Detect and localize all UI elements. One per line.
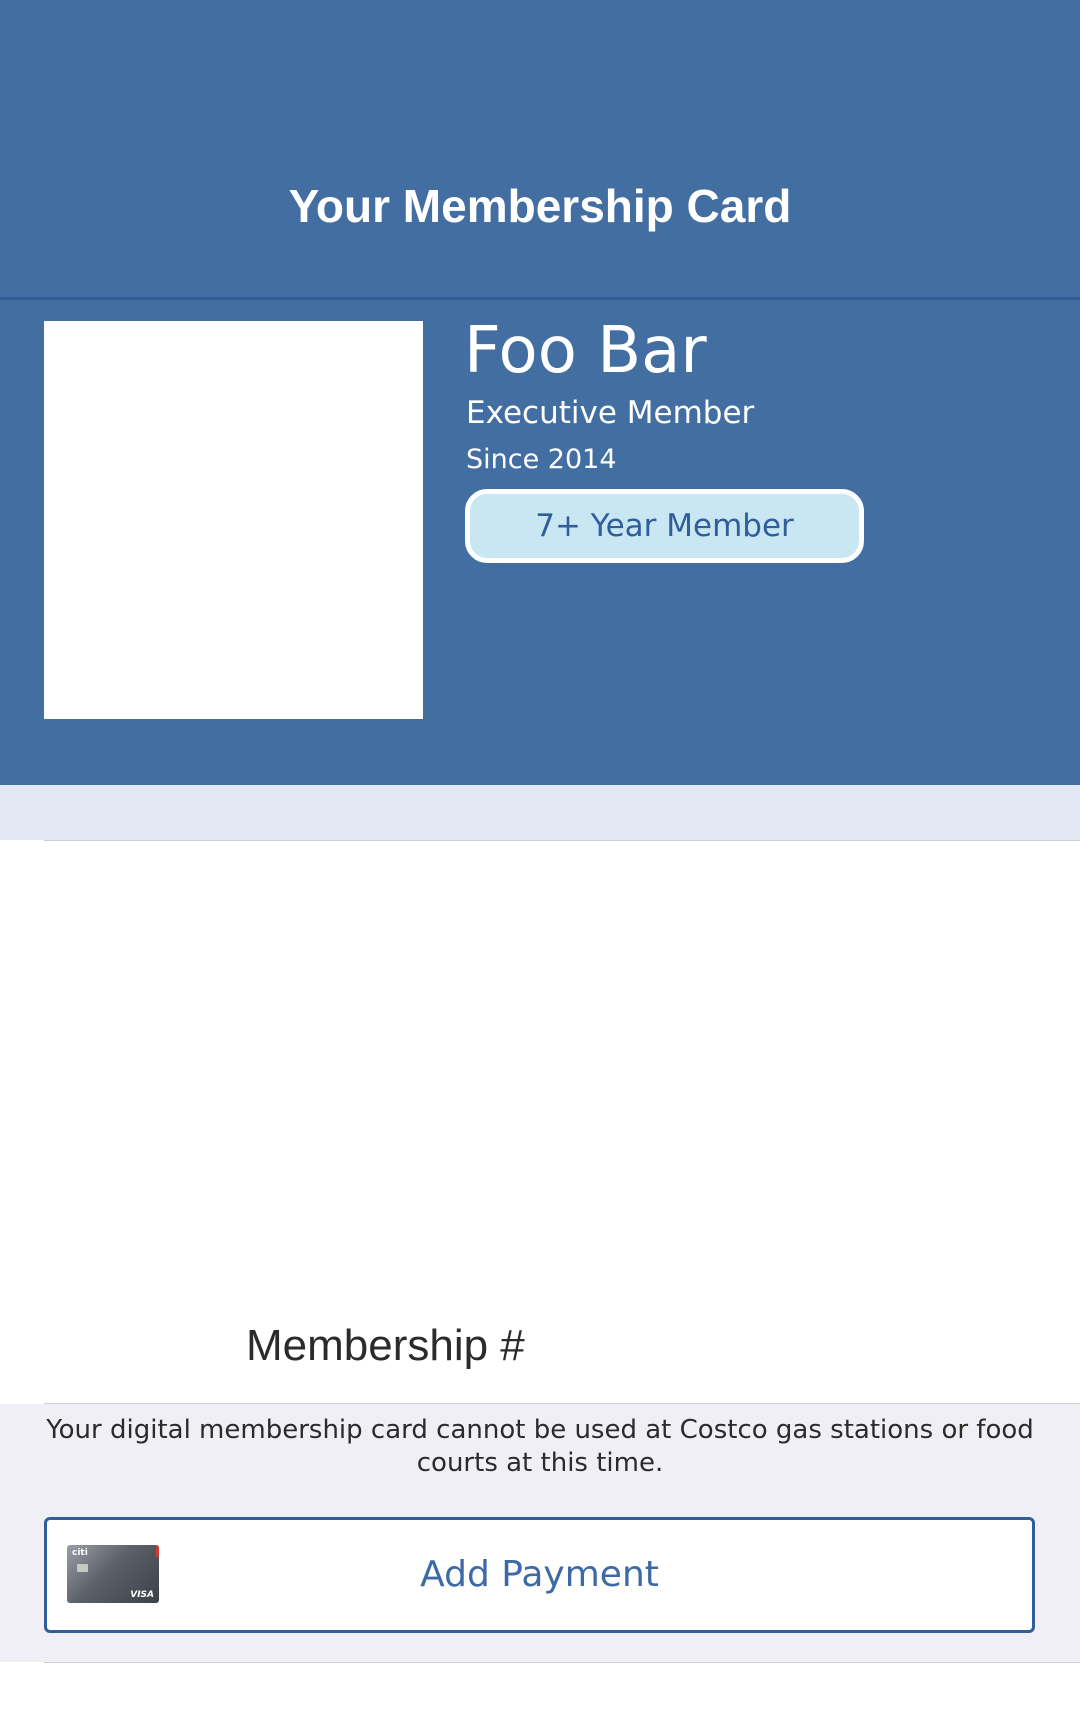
notice-section: Your digital membership card cannot be u… <box>0 1404 1080 1662</box>
member-tier: Executive Member <box>466 395 755 431</box>
page-title: Your Membership Card <box>288 180 792 232</box>
member-since: Since 2014 <box>466 444 617 475</box>
section-divider <box>0 785 1080 840</box>
member-info-panel: Foo Bar Executive Member Since 2014 7+ Y… <box>0 300 1080 785</box>
notice-text: Your digital membership card cannot be u… <box>46 1415 1034 1478</box>
barcode-area <box>0 841 1080 1401</box>
add-payment-button[interactable]: citi VISA Add Payment <box>44 1517 1035 1633</box>
divider-line <box>44 1662 1080 1663</box>
add-payment-label: Add Payment <box>420 1554 659 1595</box>
membership-number-label: Membership # <box>246 1321 525 1370</box>
tenure-badge: 7+ Year Member <box>465 489 864 563</box>
member-name: Foo Bar <box>464 314 707 388</box>
member-photo <box>44 321 423 719</box>
page-header: Your Membership Card <box>0 0 1080 300</box>
